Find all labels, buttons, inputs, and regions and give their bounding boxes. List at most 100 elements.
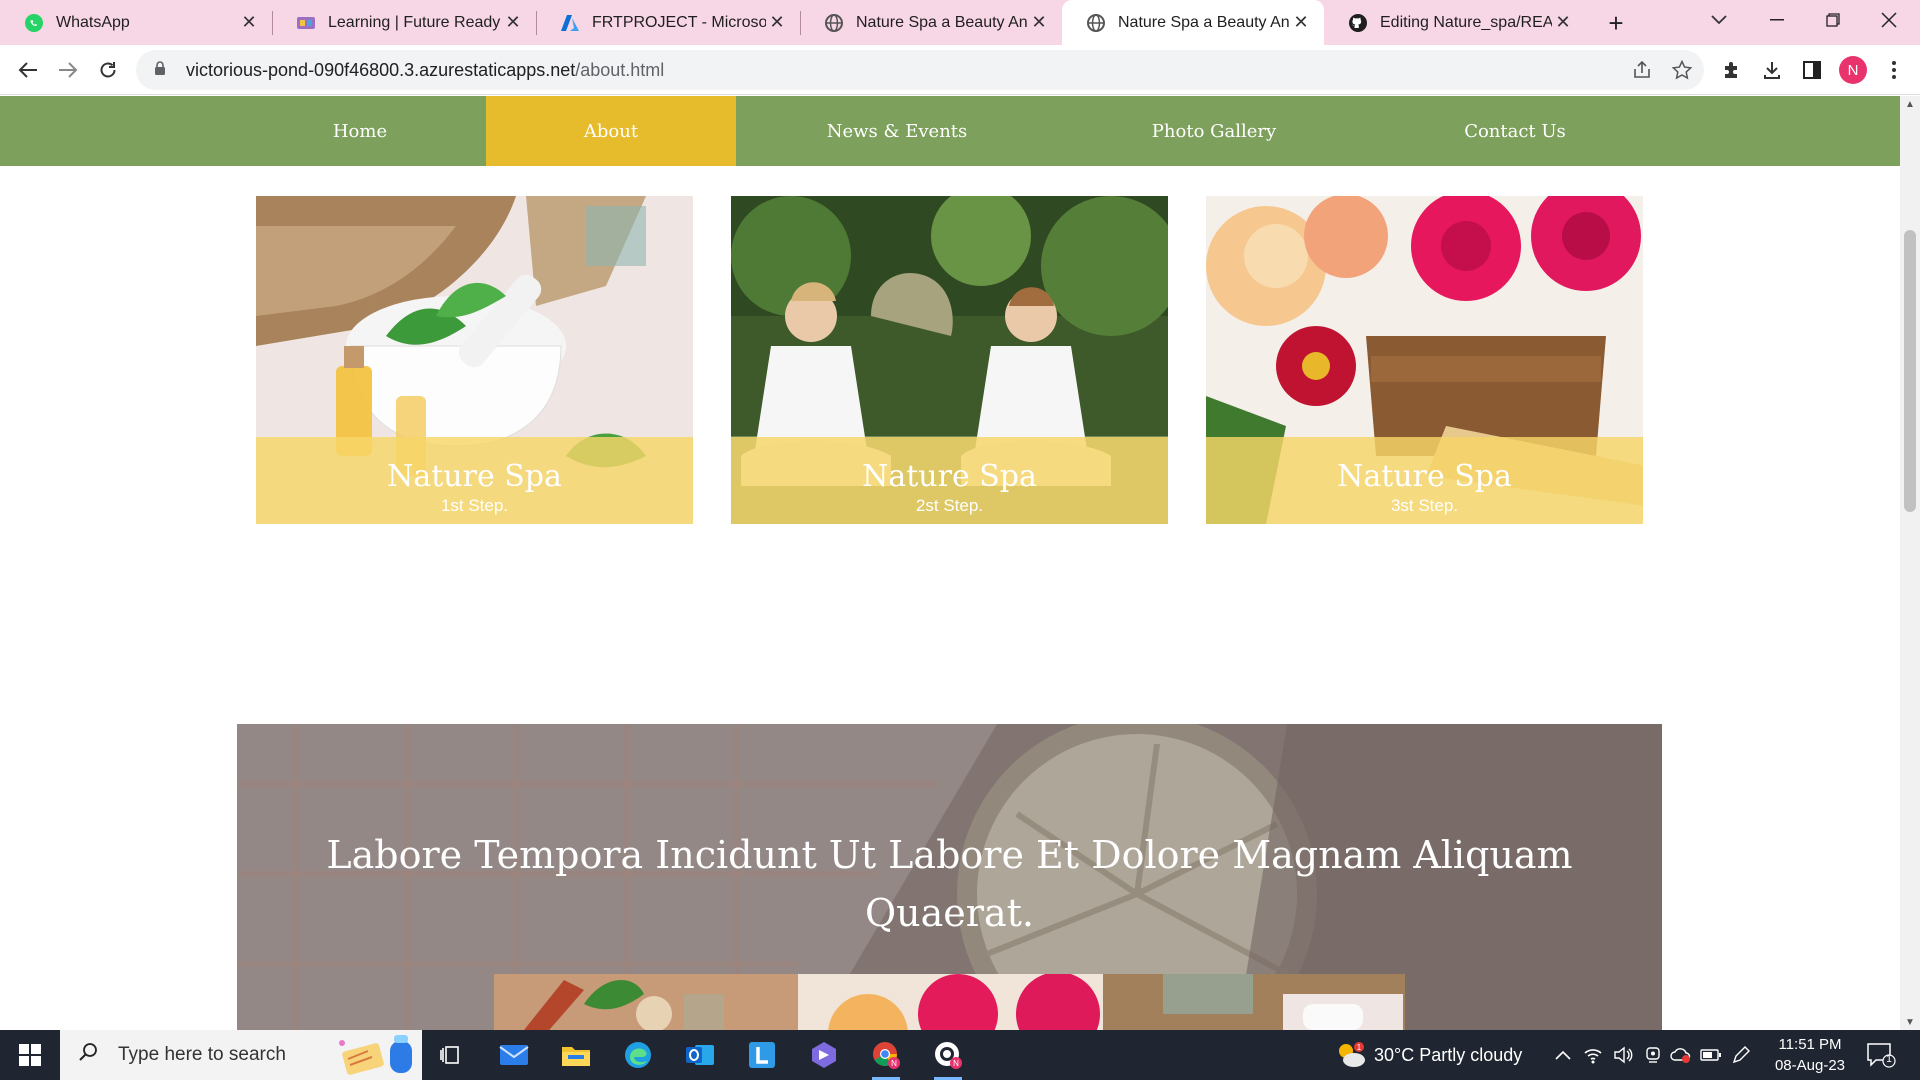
- nav-contact-us[interactable]: Contact Us: [1370, 96, 1660, 166]
- step-card-3[interactable]: Nature Spa 3st Step.: [1206, 196, 1643, 524]
- search-placeholder: Type here to search: [118, 1044, 286, 1065]
- close-icon[interactable]: ✕: [1290, 12, 1312, 34]
- outlook-icon: [686, 1045, 714, 1065]
- hexagon-app-icon: [812, 1042, 836, 1068]
- tab-nature-spa-1[interactable]: Nature Spa a Beauty And Spa ✕: [800, 0, 1062, 45]
- url-domain: victorious-pond-090f46800.3.azurestatica…: [186, 59, 576, 80]
- mail-icon: [499, 1045, 529, 1065]
- browser-toolbar: victorious-pond-090f46800.3.azurestatica…: [0, 45, 1920, 95]
- pen-icon[interactable]: [1730, 1044, 1752, 1066]
- extensions-button[interactable]: [1716, 54, 1748, 86]
- outlook-app[interactable]: [676, 1035, 724, 1075]
- tab-whatsapp[interactable]: WhatsApp ✕: [0, 0, 272, 45]
- share-button[interactable]: [1626, 54, 1658, 86]
- site-navigation: Home About News & Events Photo Gallery C…: [0, 96, 1900, 166]
- menu-button[interactable]: [1878, 54, 1910, 86]
- close-icon[interactable]: ✕: [502, 12, 524, 34]
- page-viewport: Home About News & Events Photo Gallery C…: [0, 96, 1900, 1030]
- chrome-app[interactable]: N: [862, 1035, 910, 1080]
- battery-icon[interactable]: [1700, 1044, 1722, 1066]
- tab-title: Nature Spa a Beauty And Spa: [856, 13, 1028, 31]
- close-icon[interactable]: ✕: [1028, 12, 1050, 34]
- step-card-2[interactable]: Nature Spa 2st Step.: [731, 196, 1168, 524]
- tab-nature-spa-2[interactable]: Nature Spa a Beauty And Spa ✕: [1062, 0, 1324, 45]
- page-scrollbar[interactable]: ▲ ▼: [1900, 96, 1920, 1030]
- taskbar-search[interactable]: Type here to search: [60, 1030, 422, 1080]
- roses-thumbnail: [798, 974, 1103, 1030]
- side-panel-button[interactable]: [1796, 54, 1828, 86]
- task-view-button[interactable]: [426, 1035, 474, 1075]
- nav-photo-gallery[interactable]: Photo Gallery: [1058, 96, 1370, 166]
- tab-search-button[interactable]: [1694, 0, 1744, 40]
- card-subtitle: 3st Step.: [1390, 496, 1459, 515]
- address-bar[interactable]: victorious-pond-090f46800.3.azurestatica…: [136, 50, 1704, 90]
- spa-tools-thumbnail: [494, 974, 798, 1030]
- notification-center-icon[interactable]: 1: [1866, 1042, 1896, 1068]
- download-icon: [1764, 62, 1780, 79]
- chrome-icon: N: [873, 1042, 900, 1069]
- windows-taskbar: Type here to search N N 1 30°C Partly cl…: [0, 1030, 1920, 1080]
- search-icon: [78, 1042, 104, 1068]
- chevron-down-icon: [1711, 15, 1727, 25]
- close-icon[interactable]: ✕: [238, 12, 260, 34]
- nav-news-events[interactable]: News & Events: [736, 96, 1058, 166]
- scroll-down-arrow-icon[interactable]: ▼: [1900, 1014, 1920, 1030]
- chrome-profile-icon: N: [935, 1042, 962, 1069]
- system-clock[interactable]: 11:51 PM 08-Aug-23: [1760, 1034, 1860, 1076]
- tab-title: WhatsApp: [56, 13, 130, 31]
- restore-icon: [1826, 13, 1840, 27]
- card-subtitle: 2st Step.: [915, 496, 984, 515]
- burlap-herbs-thumbnail: [1103, 974, 1405, 1030]
- kebab-menu-icon: [1892, 61, 1896, 79]
- lock-icon[interactable]: [154, 61, 172, 79]
- clock-time: 11:51 PM: [1778, 1036, 1842, 1053]
- scrollbar-thumb[interactable]: [1904, 230, 1916, 512]
- tab-azure[interactable]: FRTPROJECT - Microsoft Azure ✕: [536, 0, 800, 45]
- tab-title: FRTPROJECT - Microsoft Azure: [592, 13, 766, 31]
- start-button[interactable]: [0, 1030, 60, 1080]
- reload-icon: [100, 62, 116, 78]
- volume-icon[interactable]: [1612, 1044, 1634, 1066]
- forward-button[interactable]: [52, 54, 84, 86]
- wifi-icon[interactable]: [1582, 1044, 1604, 1066]
- nav-about[interactable]: About: [486, 96, 736, 166]
- downloads-button[interactable]: [1756, 54, 1788, 86]
- scroll-up-arrow-icon[interactable]: ▲: [1900, 96, 1920, 112]
- chevron-up-icon[interactable]: [1552, 1044, 1574, 1066]
- chrome-profile-app[interactable]: N: [924, 1035, 972, 1080]
- gallery-thumb-2[interactable]: [798, 974, 1103, 1030]
- close-icon[interactable]: ✕: [766, 12, 788, 34]
- svg-text:1: 1: [1357, 1043, 1362, 1052]
- mail-app[interactable]: [490, 1035, 538, 1075]
- webcam-icon[interactable]: [1642, 1044, 1664, 1066]
- cloud-sync-icon[interactable]: [1670, 1044, 1692, 1066]
- bookmark-button[interactable]: [1666, 54, 1698, 86]
- power-automate-app[interactable]: [800, 1035, 848, 1075]
- close-icon[interactable]: ✕: [1552, 12, 1574, 34]
- forward-arrow-icon: [59, 62, 78, 78]
- side-panel-icon: [1803, 61, 1821, 79]
- edge-icon: [625, 1042, 651, 1068]
- close-icon: [1881, 12, 1897, 28]
- step-card-1[interactable]: Nature Spa 1st Step.: [256, 196, 693, 524]
- restore-button[interactable]: [1808, 0, 1858, 40]
- nav-home[interactable]: Home: [234, 96, 486, 166]
- launcher-l-app[interactable]: [738, 1035, 786, 1075]
- puzzle-icon: [1725, 62, 1737, 78]
- file-explorer-app[interactable]: [552, 1035, 600, 1075]
- weather-text[interactable]: 30°C Partly cloudy: [1374, 1030, 1522, 1080]
- minimize-button[interactable]: [1752, 0, 1802, 40]
- gallery-thumb-3[interactable]: [1103, 974, 1405, 1030]
- back-arrow-icon: [18, 62, 37, 78]
- edge-app[interactable]: [614, 1035, 662, 1075]
- profile-avatar[interactable]: N: [1839, 56, 1867, 84]
- tab-github[interactable]: Editing Nature_spa/README ✕: [1324, 0, 1586, 45]
- close-window-button[interactable]: [1864, 0, 1914, 40]
- back-button[interactable]: [12, 54, 44, 86]
- gallery-thumb-1[interactable]: [494, 974, 798, 1030]
- weather-icon[interactable]: 1: [1336, 1041, 1366, 1069]
- new-tab-button[interactable]: +: [1600, 8, 1632, 38]
- tab-future-ready[interactable]: Learning | Future Ready Talent ✕: [272, 0, 536, 45]
- globe-icon: [824, 13, 844, 33]
- reload-button[interactable]: [92, 54, 124, 86]
